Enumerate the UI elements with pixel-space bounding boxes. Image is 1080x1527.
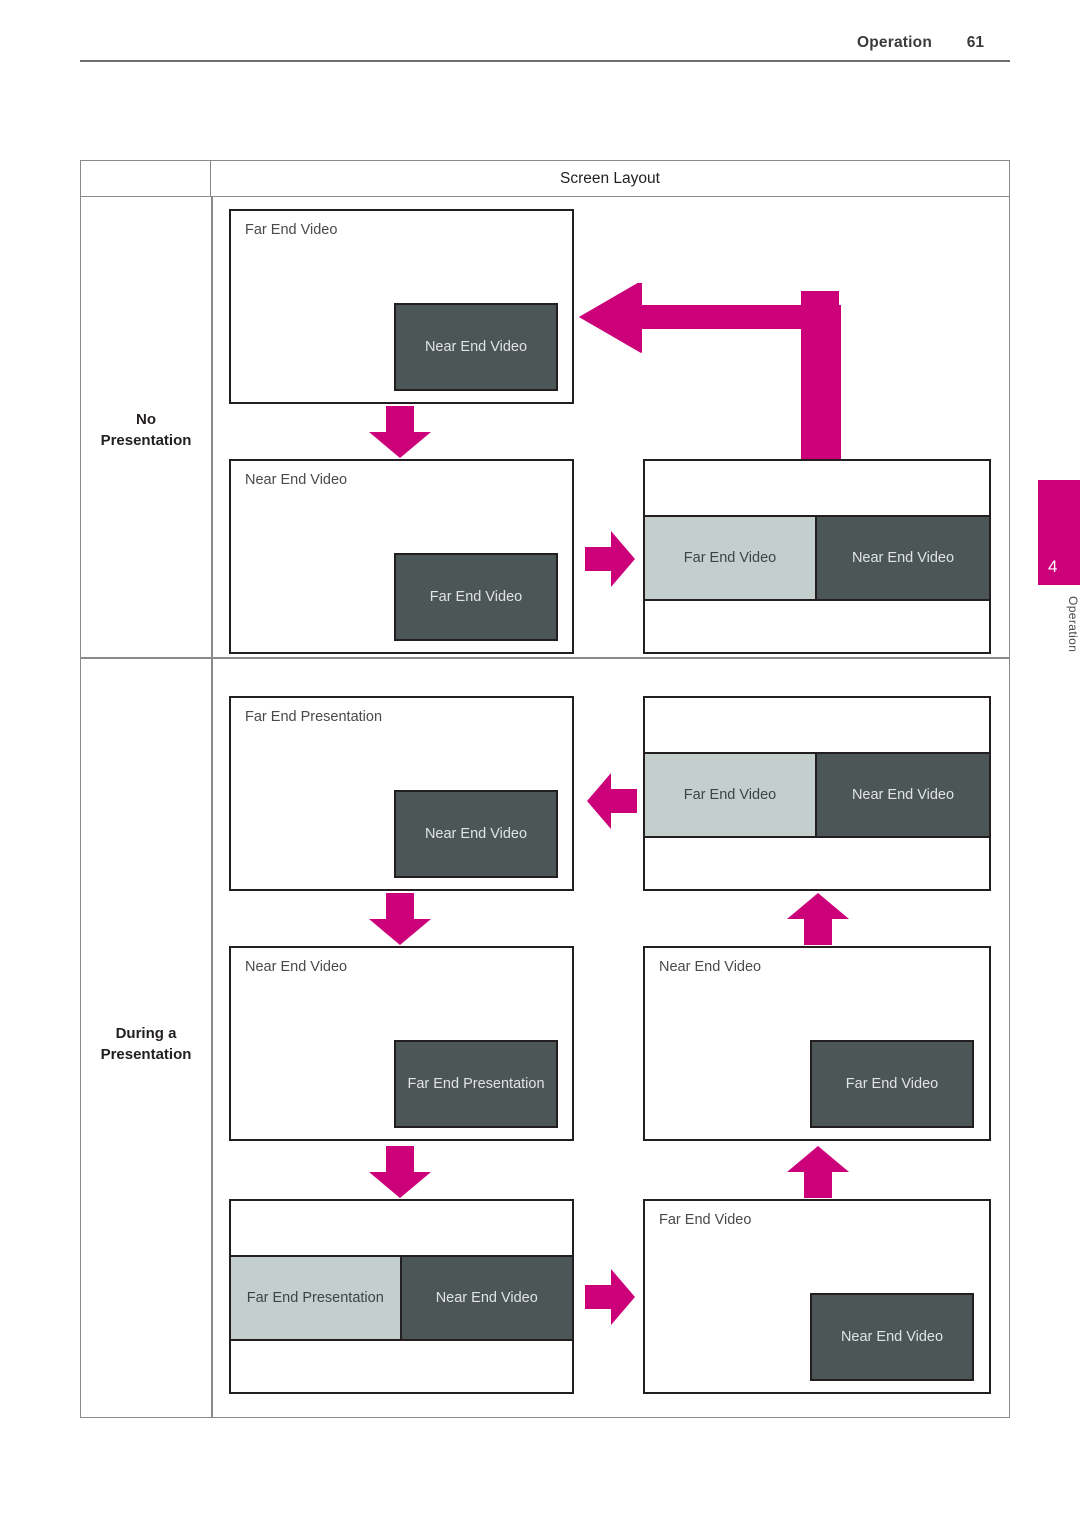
- pip-window: Far End Presentation: [394, 1040, 558, 1128]
- chapter-tab-label: Operation: [1066, 596, 1080, 653]
- split-pane-left: Far End Video: [643, 515, 817, 601]
- panel-title: Near End Video: [245, 472, 348, 488]
- panel-title: Far End Video: [659, 1212, 752, 1228]
- row-label-line2: Presentation: [100, 1046, 192, 1063]
- arrow-left-icon-1: [587, 773, 637, 829]
- split-pane-left: Far End Video: [643, 752, 817, 838]
- screen-panel-split-far-near-2: Far End Video Near End Video: [643, 696, 991, 891]
- pip-window: Far End Video: [810, 1040, 974, 1128]
- table-column-divider: [211, 197, 213, 1417]
- row-label-line1: During a: [115, 1025, 177, 1042]
- row-label-line2: Presentation: [100, 432, 192, 449]
- page-number: 61: [966, 34, 984, 51]
- arrow-down-icon-2: [369, 893, 431, 945]
- arrow-up-icon-1: [787, 893, 849, 945]
- panel-title: Near End Video: [245, 959, 348, 975]
- screen-layout-table: Screen Layout No Presentation During a P…: [80, 160, 1010, 1418]
- header-section-title: Operation: [856, 34, 932, 51]
- split-pane-right: Near End Video: [817, 752, 991, 838]
- chapter-tab-number: 4: [1048, 557, 1058, 576]
- table-header-row: Screen Layout: [81, 161, 1009, 197]
- pip-window: Near End Video: [810, 1293, 974, 1381]
- panel-title: Far End Video: [245, 222, 338, 238]
- row-label-line1: No: [136, 411, 156, 428]
- split-pane-right: Near End Video: [817, 515, 991, 601]
- screen-panel-near-end-video-with-far-pip-2: Near End Video Far End Video: [643, 946, 991, 1141]
- elbow-arrow-up-left-icon: [579, 283, 841, 459]
- row-label-no-presentation: No Presentation: [81, 409, 211, 451]
- page-header: Operation 61: [80, 26, 1010, 66]
- pip-window: Far End Video: [394, 553, 558, 641]
- arrow-down-icon-3: [369, 1146, 431, 1198]
- screen-panel-split-presentation-near: Far End Presentation Near End Video: [229, 1199, 574, 1394]
- panel-title: Far End Presentation: [245, 709, 383, 725]
- panel-title: Near End Video: [659, 959, 762, 975]
- header-divider: [80, 60, 1010, 62]
- screen-panel-near-end-video-with-presentation-pip: Near End Video Far End Presentation: [229, 946, 574, 1141]
- chapter-tab: 4: [1038, 480, 1080, 585]
- arrow-down-icon-1: [369, 406, 431, 458]
- split-band: Far End Presentation Near End Video: [229, 1255, 574, 1341]
- pip-window: Near End Video: [394, 790, 558, 878]
- table-header-screen-layout: Screen Layout: [560, 170, 660, 187]
- screen-panel-far-end-video-with-near-pip: Far End Video Near End Video: [229, 209, 574, 404]
- split-band: Far End Video Near End Video: [643, 515, 991, 601]
- row-label-during-a-presentation: During a Presentation: [81, 1023, 211, 1065]
- arrow-right-icon-2: [585, 1269, 635, 1325]
- split-pane-right: Near End Video: [401, 1255, 574, 1341]
- screen-panel-split-far-near: Far End Video Near End Video: [643, 459, 991, 654]
- screen-panel-far-end-video-with-near-pip-2: Far End Video Near End Video: [643, 1199, 991, 1394]
- arrow-up-icon-2: [787, 1146, 849, 1198]
- table-header-label-cell: [81, 161, 211, 197]
- arrow-right-icon-1: [585, 531, 635, 587]
- split-band: Far End Video Near End Video: [643, 752, 991, 838]
- split-pane-left: Far End Presentation: [229, 1255, 402, 1341]
- pip-window: Near End Video: [394, 303, 558, 391]
- table-row-divider: [81, 657, 1009, 659]
- screen-panel-far-end-presentation-with-near-pip: Far End Presentation Near End Video: [229, 696, 574, 891]
- screen-panel-near-end-video-with-far-pip: Near End Video Far End Video: [229, 459, 574, 654]
